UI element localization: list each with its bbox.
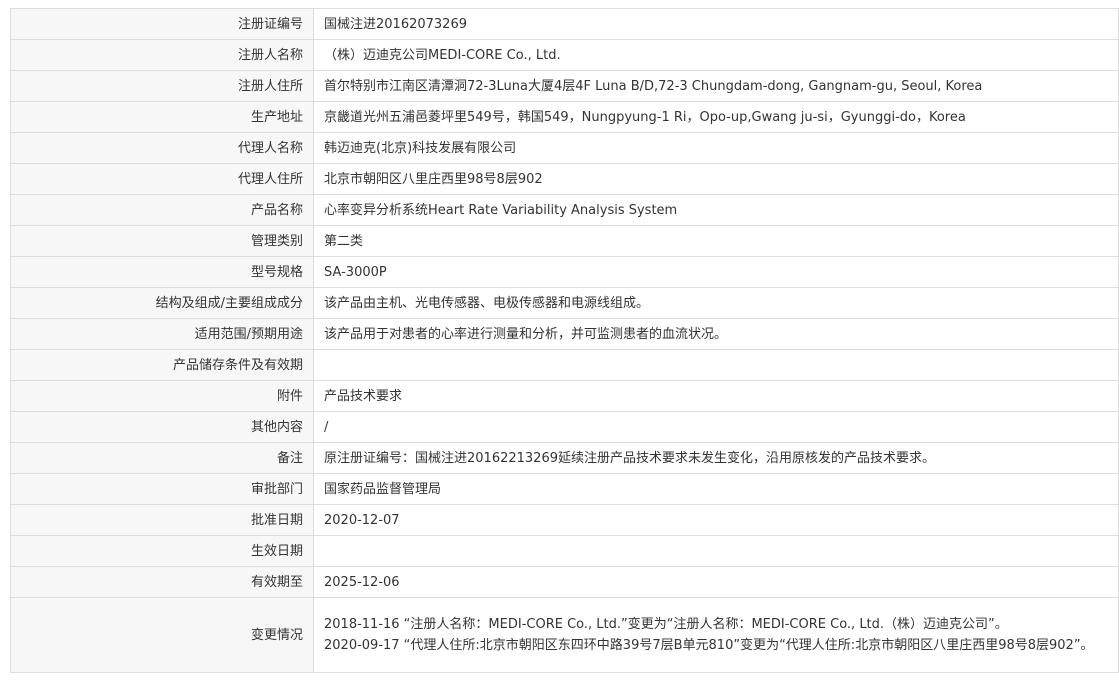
field-value: 京畿道光州五浦邑菱坪里549号，韩国549，Nungpyung-1 Ri，Opo… (313, 101, 1119, 133)
row-remarks: 备注 原注册证编号：国械注进20162213269延续注册产品技术要求未发生变化… (10, 442, 1119, 474)
field-label: 产品名称 (10, 194, 314, 226)
row-approval-department: 审批部门 国家药品监督管理局 (10, 473, 1119, 505)
field-value: 该产品由主机、光电传感器、电极传感器和电源线组成。 (313, 287, 1119, 319)
field-label: 变更情况 (10, 597, 314, 673)
field-label: 批准日期 (10, 504, 314, 536)
row-other-content: 其他内容 / (10, 411, 1119, 443)
row-registrant-address: 注册人住所 首尔特别市江南区清潭洞72-3Luna大厦4层4F Luna B/D… (10, 70, 1119, 102)
row-intended-use: 适用范围/预期用途 该产品用于对患者的心率进行测量和分析，并可监测患者的血流状况… (10, 318, 1119, 350)
field-label: 型号规格 (10, 256, 314, 288)
field-label: 代理人名称 (10, 132, 314, 164)
change-entry: 2018-11-16 “注册人名称：MEDI-CORE Co., Ltd.”变更… (324, 617, 1008, 632)
field-label: 附件 (10, 380, 314, 412)
field-value: 该产品用于对患者的心率进行测量和分析，并可监测患者的血流状况。 (313, 318, 1119, 350)
row-approval-date: 批准日期 2020-12-07 (10, 504, 1119, 536)
row-production-address: 生产地址 京畿道光州五浦邑菱坪里549号，韩国549，Nungpyung-1 R… (10, 101, 1119, 133)
row-effective-date: 生效日期 (10, 535, 1119, 567)
row-agent-name: 代理人名称 韩迈迪克(北京)科技发展有限公司 (10, 132, 1119, 164)
row-registrant-name: 注册人名称 （株）迈迪克公司MEDI-CORE Co., Ltd. (10, 39, 1119, 71)
field-label: 注册人住所 (10, 70, 314, 102)
field-value: 2020-12-07 (313, 504, 1119, 536)
change-history-value: 2018-11-16 “注册人名称：MEDI-CORE Co., Ltd.”变更… (313, 597, 1119, 673)
field-value: 产品技术要求 (313, 380, 1119, 412)
field-label: 适用范围/预期用途 (10, 318, 314, 350)
field-value: 第二类 (313, 225, 1119, 257)
registration-record-table: 注册证编号 国械注进20162073269 注册人名称 （株）迈迪克公司MEDI… (10, 8, 1119, 673)
field-label: 注册人名称 (10, 39, 314, 71)
field-value (313, 349, 1119, 381)
field-value: / (313, 411, 1119, 443)
field-label: 备注 (10, 442, 314, 474)
field-label: 生效日期 (10, 535, 314, 567)
row-product-name: 产品名称 心率变异分析系统Heart Rate Variability Anal… (10, 194, 1119, 226)
field-label: 注册证编号 (10, 8, 314, 40)
field-value: 原注册证编号：国械注进20162213269延续注册产品技术要求未发生变化，沿用… (313, 442, 1119, 474)
field-value: 国家药品监督管理局 (313, 473, 1119, 505)
row-structure-composition: 结构及组成/主要组成成分 该产品由主机、光电传感器、电极传感器和电源线组成。 (10, 287, 1119, 319)
change-entry: 2020-09-17 “代理人住所:北京市朝阳区东四环中路39号7层B单元810… (324, 638, 1094, 653)
field-label: 代理人住所 (10, 163, 314, 195)
field-label: 结构及组成/主要组成成分 (10, 287, 314, 319)
field-label: 管理类别 (10, 225, 314, 257)
field-value: SA-3000P (313, 256, 1119, 288)
row-storage-validity: 产品储存条件及有效期 (10, 349, 1119, 381)
field-value: （株）迈迪克公司MEDI-CORE Co., Ltd. (313, 39, 1119, 71)
field-label: 其他内容 (10, 411, 314, 443)
field-value: 心率变异分析系统Heart Rate Variability Analysis … (313, 194, 1119, 226)
field-label: 产品储存条件及有效期 (10, 349, 314, 381)
row-attachment: 附件 产品技术要求 (10, 380, 1119, 412)
field-label: 生产地址 (10, 101, 314, 133)
row-valid-until: 有效期至 2025-12-06 (10, 566, 1119, 598)
field-value: 韩迈迪克(北京)科技发展有限公司 (313, 132, 1119, 164)
row-management-category: 管理类别 第二类 (10, 225, 1119, 257)
field-value: 北京市朝阳区八里庄西里98号8层902 (313, 163, 1119, 195)
row-model-spec: 型号规格 SA-3000P (10, 256, 1119, 288)
field-value (313, 535, 1119, 567)
field-value: 2025-12-06 (313, 566, 1119, 598)
field-value: 国械注进20162073269 (313, 8, 1119, 40)
row-agent-address: 代理人住所 北京市朝阳区八里庄西里98号8层902 (10, 163, 1119, 195)
row-registration-number: 注册证编号 国械注进20162073269 (10, 8, 1119, 40)
field-label: 审批部门 (10, 473, 314, 505)
row-change-history: 变更情况 2018-11-16 “注册人名称：MEDI-CORE Co., Lt… (10, 597, 1119, 673)
field-label: 有效期至 (10, 566, 314, 598)
field-value: 首尔特别市江南区清潭洞72-3Luna大厦4层4F Luna B/D,72-3 … (313, 70, 1119, 102)
